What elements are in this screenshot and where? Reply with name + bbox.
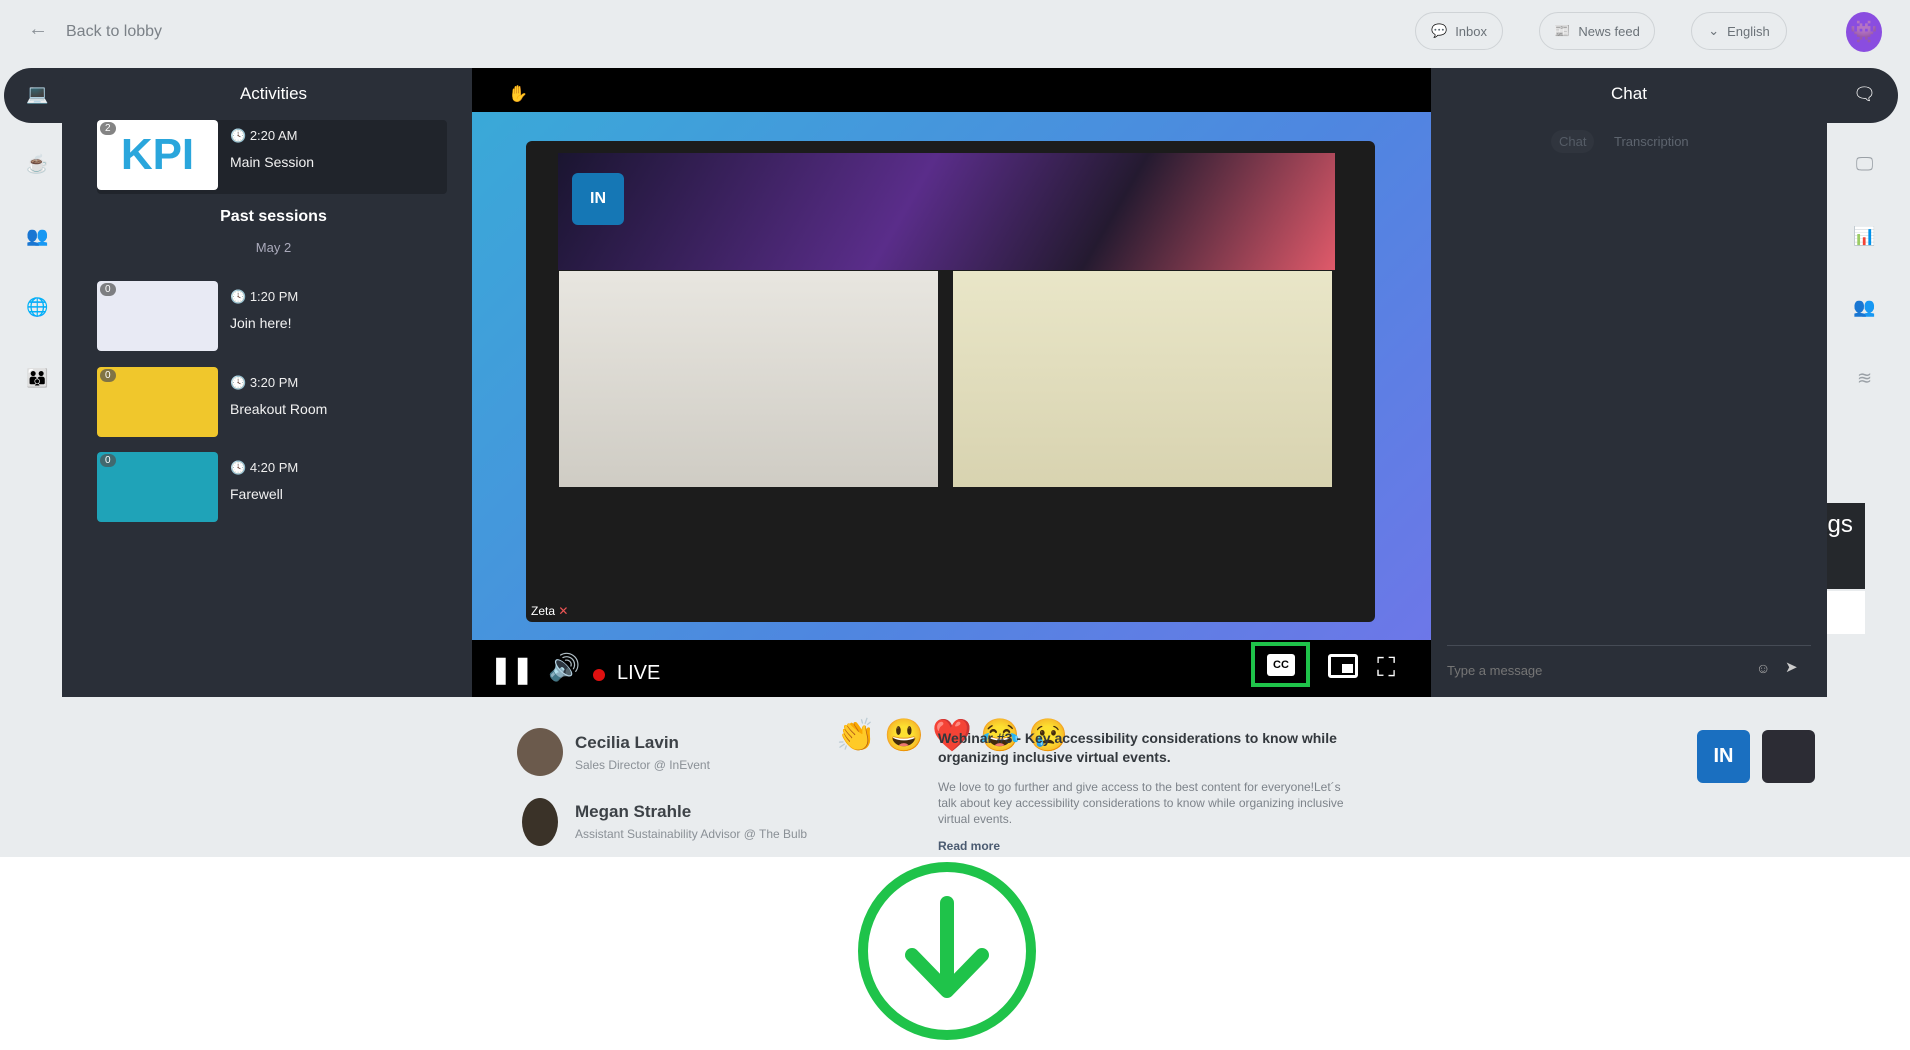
back-arrow-icon[interactable]: ← xyxy=(28,18,48,41)
laptop-icon[interactable]: 💻 xyxy=(0,84,75,105)
globe-icon[interactable]: 🌐 xyxy=(0,297,75,318)
speech-bubble-icon: 💬 xyxy=(1431,23,1448,38)
presenter-icon[interactable]: 🖵 xyxy=(1827,154,1902,175)
smile-reaction-button[interactable]: 😃 xyxy=(884,716,924,754)
session-title: Main Session xyxy=(230,154,315,170)
language-select[interactable]: ⌄ English xyxy=(1691,12,1787,50)
session-time: 4:20 PM xyxy=(249,460,299,475)
chat-message-input[interactable] xyxy=(1447,658,1747,682)
live-label: LIVE xyxy=(617,662,661,684)
participant-video xyxy=(953,271,1332,487)
activities-panel: Activities KPI 2 🕓 2:20 AM Main Session … xyxy=(75,68,472,697)
chevron-down-icon: ⌄ xyxy=(1708,23,1720,38)
clap-reaction-button[interactable]: 👏 xyxy=(836,716,876,754)
past-date: May 2 xyxy=(255,240,292,255)
back-to-lobby-link[interactable]: Back to lobby xyxy=(66,23,162,41)
read-more-link[interactable]: Read more xyxy=(938,839,1000,853)
news-feed-label: News feed xyxy=(1578,23,1640,39)
send-icon[interactable]: ➤ xyxy=(1785,658,1798,676)
inbox-button[interactable]: 💬 Inbox xyxy=(1415,12,1503,50)
tab-transcription[interactable]: Transcription xyxy=(1614,134,1689,149)
tab-chat[interactable]: Chat xyxy=(1551,130,1595,153)
speaker-avatar xyxy=(522,798,558,846)
clock-icon: 🕓 xyxy=(230,128,250,143)
user-avatar[interactable]: 👾 xyxy=(1846,12,1882,52)
session-time: 3:20 PM xyxy=(249,375,299,390)
muted-mic-icon: ✕ xyxy=(555,604,569,618)
raise-hand-icon[interactable]: ✋ xyxy=(508,84,528,104)
pause-icon[interactable]: ❚❚ xyxy=(490,654,534,685)
closed-captions-icon[interactable]: CC xyxy=(1267,654,1295,676)
speaker-name: Cecilia Lavin xyxy=(575,733,679,752)
current-session-item[interactable]: KPI 2 🕓 2:20 AM Main Session xyxy=(97,120,447,194)
language-label: English xyxy=(1727,23,1770,39)
video-player[interactable]: ✋ IN Zeta ✕ captions settings captions o… xyxy=(472,68,1865,753)
chat-title: Chat xyxy=(1611,84,1647,103)
viewer-count-badge: 0 xyxy=(100,283,116,296)
attendees-icon[interactable]: 👥 xyxy=(1827,297,1902,318)
clock-icon: 🕓 xyxy=(230,375,250,390)
picture-in-picture-icon[interactable] xyxy=(1328,654,1358,678)
session-title: Join here! xyxy=(230,315,292,331)
inbox-label: Inbox xyxy=(1455,23,1487,39)
people-icon[interactable]: 👥 xyxy=(0,226,75,247)
session-time: 2:20 AM xyxy=(249,128,298,143)
newspaper-icon: 📰 xyxy=(1554,23,1571,38)
live-dot xyxy=(593,669,605,681)
sponsor-logo[interactable] xyxy=(1762,730,1815,783)
layers-icon[interactable]: ≋ xyxy=(1827,368,1902,389)
clock-icon: 🕓 xyxy=(230,460,250,475)
session-time: 1:20 PM xyxy=(249,289,299,304)
stream-frame: IN Zeta ✕ xyxy=(526,141,1375,622)
sponsor-logo-inevent[interactable]: IN xyxy=(1697,730,1750,783)
viewer-count-badge: 2 xyxy=(100,122,116,135)
session-title: Webinar #3 - Key accessibility considera… xyxy=(938,730,1337,765)
viewer-count-badge: 0 xyxy=(100,369,116,382)
speaker-role: Assistant Sustainability Advisor @ The B… xyxy=(575,827,808,841)
stream-banner: IN xyxy=(558,153,1335,270)
past-session-item[interactable]: 0 🕓 4:20 PM Farewell xyxy=(97,452,447,526)
fullscreen-icon[interactable]: ⛶ xyxy=(1377,652,1395,684)
past-session-item[interactable]: 0 🕓 1:20 PM Join here! xyxy=(97,281,447,355)
activities-title: Activities xyxy=(239,84,308,103)
session-title: Breakout Room xyxy=(230,401,328,417)
speaker-name: Megan Strahle xyxy=(575,802,692,821)
speaker-role: Sales Director @ InEvent xyxy=(575,758,710,772)
news-feed-button[interactable]: 📰 News feed xyxy=(1539,12,1655,50)
input-divider xyxy=(1447,645,1811,646)
chat-icon[interactable]: 🗨 xyxy=(1827,84,1902,105)
clock-icon: 🕓 xyxy=(230,289,250,304)
viewer-count-badge: 0 xyxy=(100,454,116,467)
inevent-logo: IN xyxy=(572,173,624,225)
emoji-picker-icon[interactable]: ☺ xyxy=(1756,660,1770,676)
speaker-avatar xyxy=(517,728,563,776)
coffee-icon[interactable]: ☕ xyxy=(0,154,75,175)
download-arrow-icon xyxy=(858,862,1036,1040)
past-session-item[interactable]: 0 🕓 3:20 PM Breakout Room xyxy=(97,367,447,441)
participant-label: Zeta xyxy=(531,604,556,618)
group-icon[interactable]: 👪 xyxy=(0,368,75,389)
participant-video xyxy=(559,271,938,487)
volume-icon[interactable]: 🔊 xyxy=(548,652,580,683)
poll-icon[interactable]: 📊 xyxy=(1827,226,1902,247)
past-sessions-heading: Past sessions xyxy=(220,208,327,225)
session-description: We love to go further and give access to… xyxy=(938,780,1344,826)
chat-panel: Chat Chat Transcription ☺ ➤ xyxy=(1431,68,1827,697)
session-title: Farewell xyxy=(230,486,283,502)
